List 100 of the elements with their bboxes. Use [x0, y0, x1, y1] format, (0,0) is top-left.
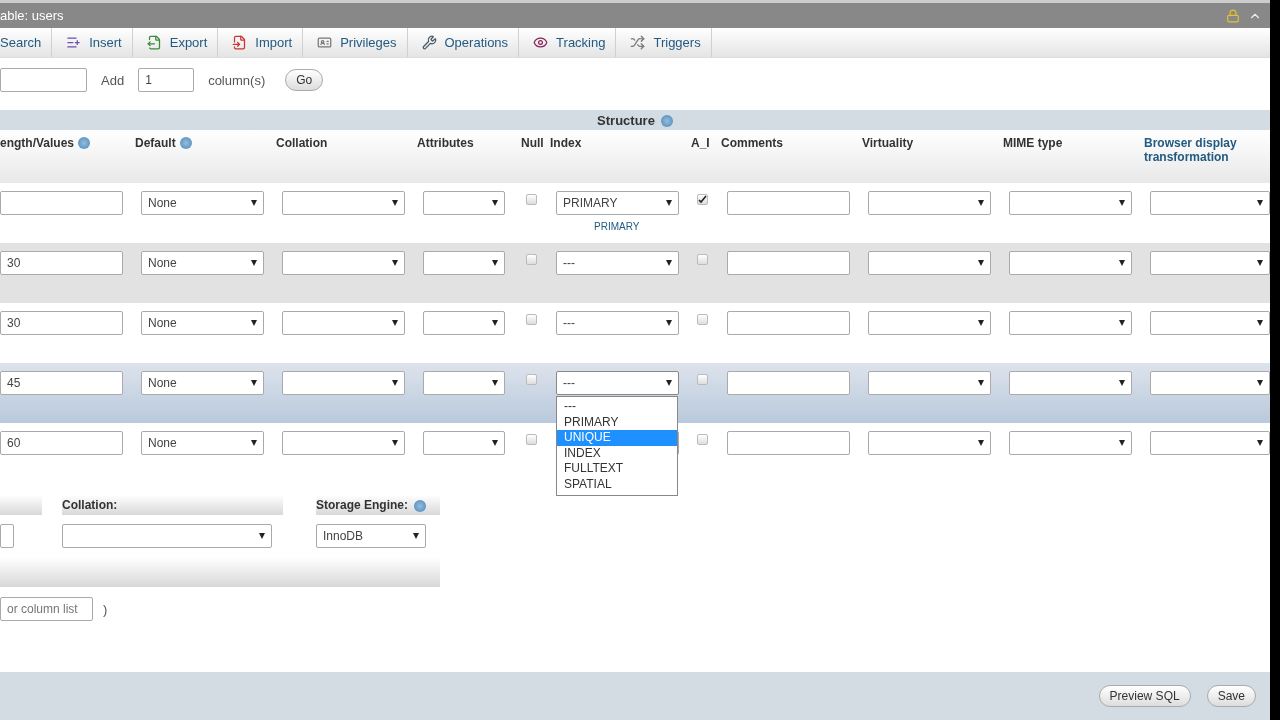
footer-button[interactable]: Save — [1206, 685, 1256, 707]
auto-increment-checkbox[interactable] — [697, 434, 708, 445]
select-field[interactable]: None — [141, 251, 264, 275]
auto-increment-checkbox[interactable] — [697, 374, 708, 385]
select-field[interactable] — [423, 251, 505, 275]
column-header: Default — [135, 136, 176, 150]
closing-paren: ) — [103, 601, 108, 617]
auto-increment-checkbox[interactable] — [697, 314, 708, 325]
menu-tab[interactable]: Import — [218, 28, 304, 57]
menu-tab[interactable]: Search — [0, 28, 53, 57]
length-field[interactable]: 30 — [0, 311, 123, 335]
collation-label: Collation: — [62, 498, 118, 512]
length-field[interactable]: 30 — [0, 251, 123, 275]
input-field[interactable] — [0, 524, 14, 548]
go-button[interactable]: Go — [285, 69, 324, 91]
select-field[interactable] — [1150, 311, 1270, 335]
window-title: able: users — [0, 8, 64, 23]
help-icon[interactable] — [78, 137, 91, 149]
menu-tab[interactable]: Privileges — [303, 28, 408, 57]
structure-title: Structure — [597, 112, 655, 128]
select-field[interactable] — [423, 371, 505, 395]
index-select[interactable]: --- — [556, 371, 679, 395]
footer-button[interactable]: Preview SQL — [1098, 685, 1191, 707]
export-icon — [146, 35, 162, 50]
options-header — [0, 495, 42, 515]
select-field[interactable] — [868, 311, 991, 335]
auto-increment-checkbox[interactable] — [697, 254, 708, 265]
select-field[interactable] — [868, 191, 991, 215]
add-label: Add — [101, 72, 125, 88]
help-icon[interactable] — [179, 137, 192, 149]
select-field[interactable]: None — [141, 311, 264, 335]
menu-tab[interactable]: Triggers — [616, 28, 712, 57]
select-field[interactable] — [1150, 431, 1270, 455]
select-field[interactable] — [282, 191, 405, 215]
menu-tab[interactable]: Operations — [407, 28, 520, 57]
null-checkbox[interactable] — [526, 254, 537, 265]
comments-field[interactable] — [727, 191, 850, 215]
select-field[interactable] — [868, 371, 991, 395]
column-header-link[interactable]: Browser display transformation — [1144, 136, 1270, 164]
unit-label: column(s) — [208, 72, 266, 88]
index-select[interactable]: --- — [556, 311, 679, 335]
select-field[interactable] — [1009, 191, 1132, 215]
select-field[interactable] — [1009, 251, 1132, 275]
insert-icon — [66, 35, 82, 50]
length-field[interactable]: 45 — [0, 371, 123, 395]
column-header: A_I — [691, 136, 710, 150]
select-field[interactable] — [282, 431, 405, 455]
card-icon — [317, 35, 333, 50]
select-field[interactable] — [1009, 371, 1132, 395]
select-field[interactable] — [423, 311, 505, 335]
comments-field[interactable] — [727, 251, 850, 275]
eye-icon — [533, 35, 549, 50]
select-field[interactable] — [423, 191, 505, 215]
select-field[interactable] — [282, 371, 405, 395]
column-header: MIME type — [1003, 136, 1063, 150]
menu-tab[interactable]: Insert — [52, 28, 133, 57]
collation-select[interactable] — [62, 524, 272, 548]
null-checkbox[interactable] — [526, 434, 537, 445]
null-checkbox[interactable] — [526, 374, 537, 385]
select-field[interactable] — [282, 311, 405, 335]
select-field[interactable]: None — [141, 431, 264, 455]
auto-increment-checkbox[interactable] — [697, 194, 708, 205]
select-field[interactable] — [1009, 311, 1132, 335]
null-checkbox[interactable] — [526, 314, 537, 325]
select-field[interactable] — [1009, 431, 1132, 455]
lock-icon[interactable] — [1226, 8, 1240, 23]
menu-tab[interactable]: Tracking — [519, 28, 617, 57]
comments-field[interactable] — [727, 431, 850, 455]
select-field[interactable] — [282, 251, 405, 275]
select-field[interactable]: None — [141, 191, 264, 215]
storage-engine-label: Storage Engine: — [316, 498, 408, 512]
column-header: Index — [550, 136, 582, 150]
select-field[interactable] — [1150, 371, 1270, 395]
storage-engine-select[interactable]: InnoDB — [316, 524, 426, 548]
column-list-field[interactable]: or column list — [0, 597, 93, 621]
comments-field[interactable] — [727, 371, 850, 395]
help-icon[interactable] — [414, 499, 426, 512]
input-field[interactable] — [0, 68, 87, 92]
select-field[interactable]: None — [141, 371, 264, 395]
length-field[interactable] — [0, 191, 123, 215]
shuffle-icon — [630, 35, 646, 50]
wrench-icon — [421, 35, 437, 50]
select-field[interactable] — [423, 431, 505, 455]
column-header: Attributes — [417, 136, 474, 150]
column-count-field[interactable]: 1 — [138, 68, 195, 92]
index-select[interactable]: --- — [556, 251, 679, 275]
select-field[interactable] — [1150, 191, 1270, 215]
help-icon[interactable] — [660, 114, 673, 127]
null-checkbox[interactable] — [526, 194, 537, 205]
select-field[interactable] — [868, 431, 991, 455]
index-select[interactable]: PRIMARY — [556, 191, 679, 215]
column-header: Collation — [276, 136, 328, 150]
length-field[interactable]: 60 — [0, 431, 123, 455]
import-icon — [232, 35, 248, 50]
index-note: PRIMARY — [594, 221, 640, 232]
select-field[interactable] — [868, 251, 991, 275]
comments-field[interactable] — [727, 311, 850, 335]
menu-tab[interactable]: Export — [132, 28, 219, 57]
select-field[interactable] — [1150, 251, 1270, 275]
column-header: Null — [521, 136, 544, 150]
